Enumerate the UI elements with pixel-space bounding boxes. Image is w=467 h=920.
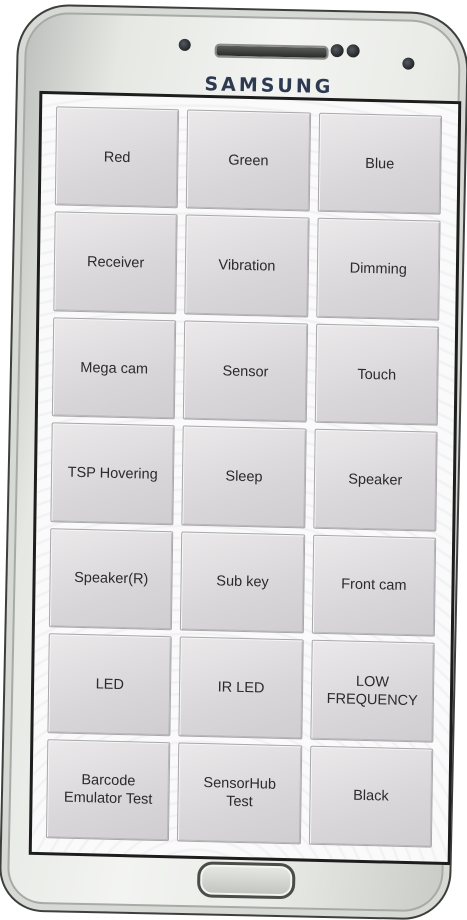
mega-cam-test-button[interactable]: Mega cam — [51, 317, 177, 420]
light-sensor-icon — [346, 44, 360, 58]
ir-led-test-button[interactable]: IR LED — [178, 636, 304, 740]
led-test-button[interactable]: LED — [47, 633, 173, 736]
button-label: Sleep — [225, 468, 263, 486]
button-label: Dimming — [349, 260, 407, 279]
brand-logo: SAMSUNG — [204, 73, 334, 98]
proximity-sensor-icon — [330, 43, 344, 58]
green-test-button[interactable]: Green — [186, 109, 311, 212]
button-label: Receiver — [86, 254, 145, 272]
notification-led-icon — [178, 38, 191, 52]
barcode-emulator-test-button[interactable]: Barcode Emulator Test — [45, 738, 171, 842]
speaker-r-test-button[interactable]: Speaker(R) — [48, 527, 174, 631]
sensorhub-test-button[interactable]: SensorHub Test — [177, 742, 302, 845]
button-label: LED — [95, 676, 124, 693]
touch-test-button[interactable]: Touch — [314, 323, 440, 426]
tsp-hovering-test-button[interactable]: TSP Hovering — [50, 422, 176, 525]
button-label: TSP Hovering — [67, 464, 158, 483]
sensor-test-button[interactable]: Sensor — [183, 320, 308, 423]
phone-screen: Red Green Blue Receiver Vibration Dimmin… — [28, 90, 462, 866]
red-test-button[interactable]: Red — [54, 106, 180, 209]
button-label: Red — [103, 149, 131, 166]
button-label: Green — [228, 152, 269, 170]
button-label: IR LED — [217, 679, 265, 697]
front-cam-test-button[interactable]: Front cam — [311, 534, 437, 637]
button-label: Touch — [357, 366, 397, 384]
button-label: Mega cam — [80, 359, 149, 378]
low-frequency-test-button[interactable]: LOW FREQUENCY — [310, 639, 435, 743]
black-test-button[interactable]: Black — [308, 745, 434, 848]
button-label: Barcode Emulator Test — [63, 772, 153, 809]
vibration-test-button[interactable]: Vibration — [184, 214, 310, 318]
button-label: Black — [353, 788, 389, 805]
dimming-test-button[interactable]: Dimming — [315, 218, 441, 321]
button-label: LOW FREQUENCY — [326, 673, 418, 710]
home-button[interactable] — [196, 861, 296, 900]
button-label: Sensor — [222, 362, 269, 381]
sleep-test-button[interactable]: Sleep — [181, 425, 307, 529]
button-label: Speaker — [348, 471, 403, 489]
receiver-test-button[interactable]: Receiver — [53, 211, 178, 315]
button-label: SensorHub Test — [203, 775, 277, 811]
button-label: Blue — [365, 155, 395, 173]
earpiece-speaker-icon — [214, 43, 329, 60]
blue-test-button[interactable]: Blue — [317, 112, 443, 216]
photo-stage: SAMSUNG Red Green Blue Receiver Vibratio… — [0, 0, 467, 920]
button-label: Speaker(R) — [74, 570, 149, 589]
sub-key-test-button[interactable]: Sub key — [180, 531, 305, 634]
button-label: Front cam — [341, 576, 407, 595]
button-label: Vibration — [218, 257, 276, 275]
front-camera-icon — [402, 57, 415, 70]
test-menu-grid: Red Green Blue Receiver Vibration Dimmin… — [45, 106, 443, 848]
speaker-test-button[interactable]: Speaker — [312, 428, 438, 532]
button-label: Sub key — [216, 573, 269, 592]
